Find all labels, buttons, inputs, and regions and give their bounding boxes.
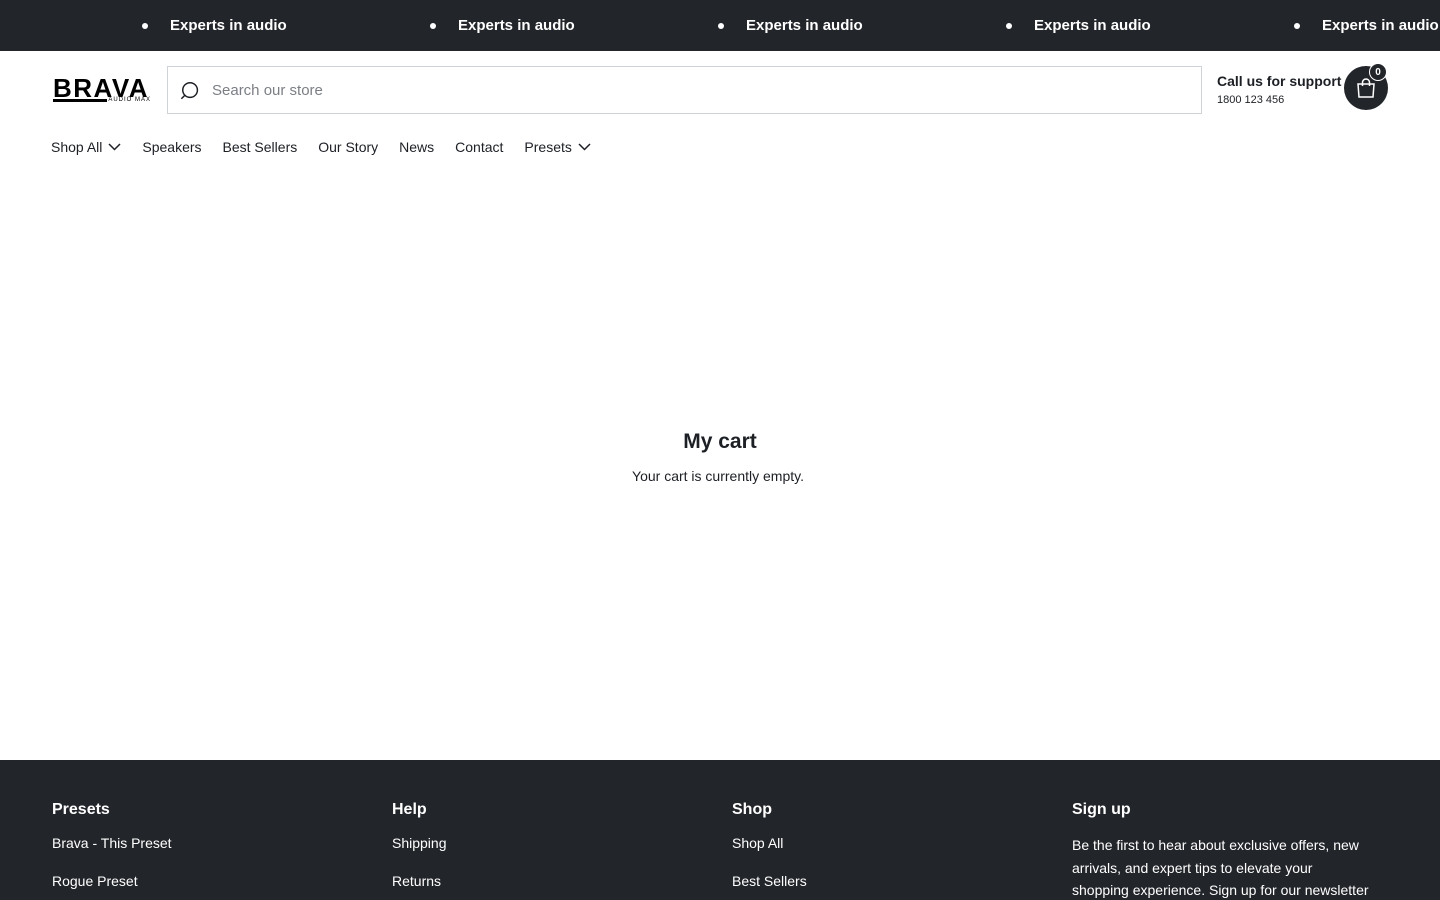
bullet-icon: [1006, 22, 1012, 29]
cart-count-badge: 0: [1369, 63, 1387, 81]
announcement-item: Experts in audio: [718, 0, 863, 51]
nav-item-label: Contact: [455, 139, 504, 155]
logo-subtext: AUDIO MAX: [108, 97, 151, 103]
nav-item-news[interactable]: News: [399, 139, 434, 155]
bullet-icon: [718, 22, 724, 29]
footer-link[interactable]: Returns: [392, 872, 447, 890]
nav-item-shop-all[interactable]: Shop All: [51, 139, 121, 155]
brand-logo[interactable]: BRAVA AUDIO MAX: [53, 75, 151, 104]
nav-item-presets[interactable]: Presets: [524, 139, 591, 155]
footer-column-help: Help Shipping Returns: [392, 800, 447, 900]
support-title: Call us for support: [1217, 73, 1342, 89]
footer-heading: Sign up: [1072, 801, 1131, 818]
footer-link[interactable]: Shipping: [392, 834, 447, 852]
nav-item-label: Speakers: [142, 139, 202, 155]
site-footer: Presets Brava - This Preset Rogue Preset…: [0, 760, 1440, 900]
bullet-icon: [142, 22, 148, 29]
footer-heading: Shop: [732, 801, 772, 818]
announcement-text: Experts in audio: [1034, 17, 1151, 34]
search-bar[interactable]: [167, 66, 1202, 114]
support-phone[interactable]: 1800 123 456: [1217, 91, 1341, 109]
footer-heading: Help: [392, 801, 427, 818]
announcement-text: Experts in audio: [746, 17, 863, 34]
search-icon[interactable]: [180, 80, 202, 102]
nav-item-label: Our Story: [318, 139, 379, 155]
nav-item-speakers[interactable]: Speakers: [142, 139, 201, 155]
nav-item-label: News: [399, 139, 435, 155]
nav-item-label: Best Sellers: [222, 139, 298, 155]
announcement-bar: Experts in audio Experts in audio Expert…: [0, 0, 1440, 51]
nav-item-our-story[interactable]: Our Story: [318, 139, 378, 155]
announcement-text: Experts in audio: [1322, 17, 1439, 34]
footer-link[interactable]: Brava - This Preset: [52, 834, 172, 852]
announcement-item: Experts in audio: [430, 0, 575, 51]
support-contact[interactable]: Call us for support 1800 123 456: [1217, 72, 1341, 109]
footer-column-signup: Sign up Be the first to hear about exclu…: [1072, 800, 1372, 900]
nav-item-label: Presets: [524, 139, 572, 155]
footer-link[interactable]: Best Sellers: [732, 872, 807, 890]
footer-link[interactable]: Shop All: [732, 834, 807, 852]
empty-cart-message: Your cart is currently empty.: [632, 468, 804, 484]
main-nav: Shop All Speakers Best Sellers Our Story…: [51, 135, 612, 159]
footer-link[interactable]: Rogue Preset: [52, 872, 172, 890]
search-input[interactable]: [212, 67, 1172, 113]
page-title: My cart: [683, 430, 757, 453]
nav-item-label: Shop All: [51, 139, 103, 155]
chevron-down-icon: [578, 143, 591, 151]
footer-heading: Presets: [52, 801, 110, 818]
announcement-item: Experts in audio: [142, 0, 287, 51]
nav-item-best-sellers[interactable]: Best Sellers: [223, 139, 298, 155]
footer-column-presets: Presets Brava - This Preset Rogue Preset: [52, 800, 172, 900]
bullet-icon: [1294, 22, 1300, 29]
signup-description: Be the first to hear about exclusive off…: [1072, 837, 1369, 898]
chevron-down-icon: [108, 143, 121, 151]
footer-column-shop: Shop Shop All Best Sellers: [732, 800, 807, 900]
bullet-icon: [430, 22, 436, 29]
logo-underline: [53, 99, 107, 102]
nav-item-contact[interactable]: Contact: [455, 139, 503, 155]
announcement-item: Experts in audio: [1006, 0, 1151, 51]
announcement-text: Experts in audio: [458, 17, 575, 34]
announcement-text: Experts in audio: [170, 17, 287, 34]
announcement-item: Experts in audio: [1294, 0, 1439, 51]
